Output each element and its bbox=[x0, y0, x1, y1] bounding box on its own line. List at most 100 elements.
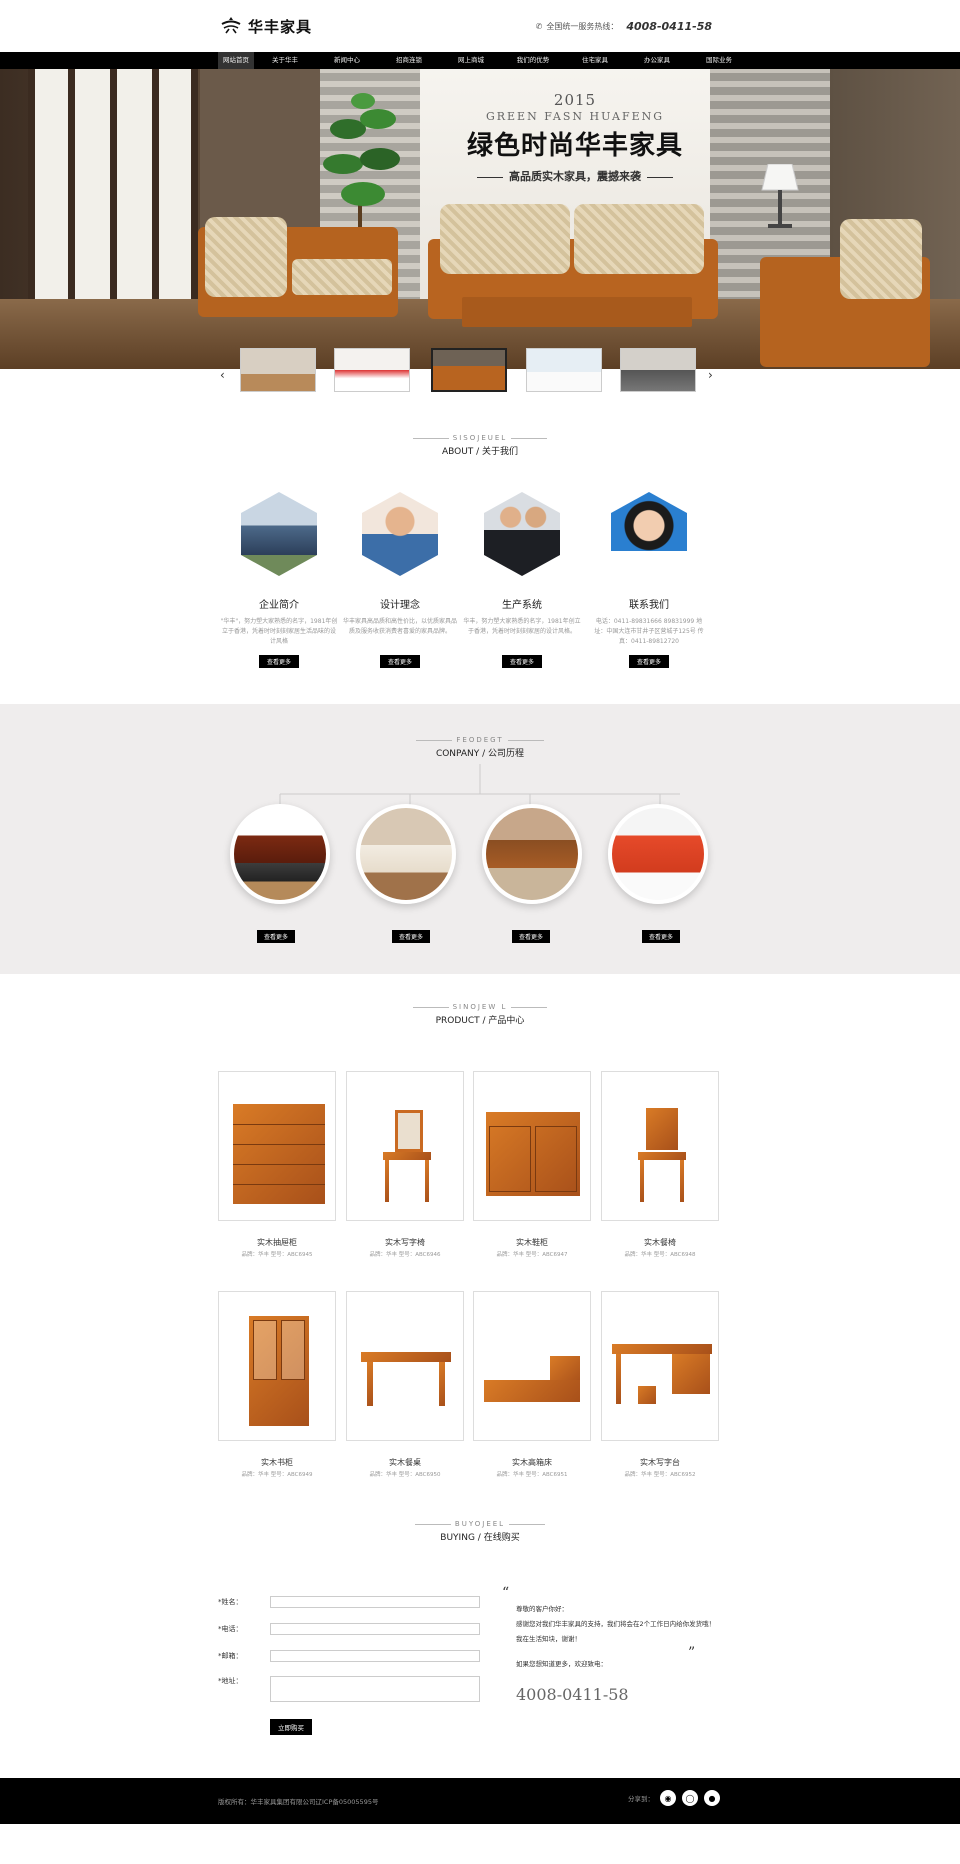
product-image bbox=[346, 1071, 464, 1221]
about-item-text: "华丰"，努力塑大家熟悉的名字，1981年创立于香港，凭着时时刻刻家居生活品味的… bbox=[220, 618, 338, 645]
history-title-prefix: CONPANY bbox=[435, 749, 480, 759]
timeline-lines bbox=[279, 764, 680, 814]
about-item-contact: 联系我们 电话：0411-89831666 89831999 地址：中国大连市甘… bbox=[590, 492, 708, 668]
share-label: 分享到： bbox=[628, 1795, 654, 1803]
hero-window bbox=[28, 69, 198, 299]
hotline: ✆ 全国统一服务热线： 4008-0411-58 bbox=[536, 20, 712, 33]
hotline-number: 4008-0411-58 bbox=[626, 20, 712, 33]
history-circle-tv-cabinet[interactable] bbox=[230, 804, 330, 904]
buying-title-cn: 在线购买 bbox=[483, 1533, 520, 1543]
product-image bbox=[601, 1071, 719, 1221]
email-input[interactable] bbox=[270, 1650, 480, 1662]
wechat-icon[interactable]: ● bbox=[704, 1790, 720, 1806]
nav-item-international[interactable]: 国际业务 bbox=[688, 52, 750, 69]
buying-greeting: 尊敬的客户你好： bbox=[516, 1605, 568, 1613]
history-more-button[interactable]: 查看更多 bbox=[512, 930, 551, 943]
more-button[interactable]: 查看更多 bbox=[628, 655, 669, 668]
phone-input[interactable] bbox=[270, 1623, 480, 1635]
product-image bbox=[346, 1291, 464, 1441]
site-header: 华丰家具 ✆ 全国统一服务热线： 4008-0411-58 bbox=[0, 0, 960, 52]
buy-now-button[interactable]: 立即购买 bbox=[270, 1719, 312, 1735]
product-card[interactable]: 实木写字椅 品牌：华丰 型号：ABC6946 bbox=[346, 1071, 464, 1258]
product-card[interactable]: 实木抽屉柜 品牌：华丰 型号：ABC6945 bbox=[218, 1071, 336, 1258]
thumb-3[interactable] bbox=[431, 348, 507, 392]
address-label: *地址： bbox=[218, 1677, 243, 1685]
nav-item-home[interactable]: 网站首页 bbox=[218, 52, 254, 69]
prev-arrow-icon[interactable]: ‹ bbox=[220, 368, 225, 382]
thumb-5[interactable] bbox=[620, 348, 696, 392]
about-item-design: 设计理念 华丰家具高品质和高性价比，以优质家具品质及服务收获消费者喜爱的家具品牌… bbox=[341, 492, 459, 668]
nav-item-office-furniture[interactable]: 办公家具 bbox=[626, 52, 688, 69]
weibo-icon[interactable]: ◉ bbox=[660, 1790, 676, 1806]
hero-english: GREEN FASN HUAFENG bbox=[485, 110, 665, 123]
about-title-cn: 关于我们 bbox=[482, 447, 519, 457]
product-card[interactable]: 实木鞋柜 品牌：华丰 型号：ABC6947 bbox=[473, 1071, 591, 1258]
name-input[interactable] bbox=[270, 1596, 480, 1608]
product-name: 实木书柜 bbox=[261, 1458, 293, 1467]
product-title-prefix: PRODUCT bbox=[435, 1016, 480, 1026]
product-card[interactable]: 实木高箱床 品牌：华丰 型号：ABC6951 bbox=[473, 1291, 591, 1478]
nav-item-about[interactable]: 关于华丰 bbox=[254, 52, 316, 69]
hero-banner[interactable]: 2015 GREEN FASN HUAFENG 绿色时尚华丰家具 高品质实木家具… bbox=[0, 69, 960, 369]
address-input[interactable] bbox=[270, 1676, 480, 1702]
main-nav: 网站首页 关于华丰 新闻中心 招商连锁 网上商城 我们的优势 住宅家具 办公家具… bbox=[0, 52, 960, 69]
product-section-title: SINOJEW L PRODUCT / 产品中心 bbox=[380, 1003, 580, 1026]
address-field-row: *地址： bbox=[218, 1676, 480, 1702]
email-label: *邮箱： bbox=[218, 1652, 243, 1660]
product-name: 实木抽屉柜 bbox=[257, 1238, 297, 1247]
product-card[interactable]: 实木书柜 品牌：华丰 型号：ABC6949 bbox=[218, 1291, 336, 1478]
history-more-button[interactable]: 查看更多 bbox=[642, 930, 681, 943]
history-more-button[interactable]: 查看更多 bbox=[392, 930, 431, 943]
hotline-label: 全国统一服务热线： bbox=[546, 22, 619, 31]
businessmen-image bbox=[484, 492, 560, 576]
next-arrow-icon[interactable]: › bbox=[708, 368, 713, 382]
logo-icon bbox=[221, 17, 241, 34]
thumb-4[interactable] bbox=[526, 348, 602, 392]
buying-message-1: 感谢您对我们华丰家具的支持，我们将会在2个工作日内给你发货哦！ bbox=[516, 1620, 716, 1628]
history-circle-dining[interactable] bbox=[482, 804, 582, 904]
product-meta: 品牌：华丰 型号：ABC6952 bbox=[624, 1472, 696, 1478]
logo[interactable]: 华丰家具 bbox=[220, 14, 312, 38]
history-circle-bed[interactable] bbox=[356, 804, 456, 904]
about-item-text: 华丰，努力塑大家熟悉的名字，1981年创立于香港，凭着时时刻刻家居的设计风格。 bbox=[463, 618, 581, 635]
more-button[interactable]: 查看更多 bbox=[258, 655, 299, 668]
product-card[interactable]: 实木写字台 品牌：华丰 型号：ABC6952 bbox=[601, 1291, 719, 1478]
banner-thumbnails bbox=[0, 348, 960, 396]
nav-item-store[interactable]: 网上商城 bbox=[440, 52, 502, 69]
nav-item-advantages[interactable]: 我们的优势 bbox=[502, 52, 564, 69]
about-item-text: 华丰家具高品质和高性价比，以优质家具品质及服务收获消费者喜爱的家具品牌。 bbox=[342, 618, 457, 635]
history-circle-sofa[interactable] bbox=[608, 804, 708, 904]
nav-item-news[interactable]: 新闻中心 bbox=[316, 52, 378, 69]
product-image bbox=[601, 1291, 719, 1441]
copyright: 版权所有：华丰家具集团有限公司辽ICP备05005595号 bbox=[218, 1798, 379, 1806]
product-name: 实木高箱床 bbox=[512, 1458, 552, 1467]
about-item-title: 联系我们 bbox=[629, 600, 669, 611]
name-field-row: *姓名： bbox=[218, 1596, 480, 1608]
thumb-2[interactable] bbox=[334, 348, 410, 392]
product-image bbox=[218, 1291, 336, 1441]
tencent-weibo-icon[interactable]: ◯ bbox=[682, 1790, 698, 1806]
email-field-row: *邮箱： bbox=[218, 1650, 480, 1662]
thumb-1[interactable] bbox=[240, 348, 316, 392]
nav-item-home-furniture[interactable]: 住宅家具 bbox=[564, 52, 626, 69]
about-item-production: 生产系统 华丰，努力塑大家熟悉的名字，1981年创立于香港，凭着时时刻刻家居的设… bbox=[463, 492, 581, 668]
product-meta: 品牌：华丰 型号：ABC6950 bbox=[369, 1472, 441, 1478]
product-card[interactable]: 实木餐桌 品牌：华丰 型号：ABC6950 bbox=[346, 1291, 464, 1478]
product-card[interactable]: 实木餐椅 品牌：华丰 型号：ABC6948 bbox=[601, 1071, 719, 1258]
hero-text: 2015 GREEN FASN HUAFENG 绿色时尚华丰家具 高品质实木家具… bbox=[440, 91, 710, 184]
about-item-text: 电话：0411-89831666 89831999 地址：中国大连市甘井子区营城… bbox=[594, 618, 704, 645]
nav-menu: 网站首页 关于华丰 新闻中心 招商连锁 网上商城 我们的优势 住宅家具 办公家具… bbox=[218, 52, 750, 69]
product-name: 实木写字椅 bbox=[385, 1238, 425, 1247]
more-button[interactable]: 查看更多 bbox=[501, 655, 542, 668]
name-label: *姓名： bbox=[218, 1598, 243, 1606]
more-button[interactable]: 查看更多 bbox=[379, 655, 420, 668]
company-history-section: FEODEGT CONPANY / 公司历程 查看更多 查看更多 查看更多 查看… bbox=[0, 704, 960, 974]
product-name: 实木鞋柜 bbox=[516, 1238, 548, 1247]
history-more-button[interactable]: 查看更多 bbox=[257, 930, 296, 943]
history-title-en: FEODEGT bbox=[456, 736, 504, 744]
product-meta: 品牌：华丰 型号：ABC6945 bbox=[241, 1252, 313, 1258]
nav-item-franchise[interactable]: 招商连锁 bbox=[378, 52, 440, 69]
product-name: 实木餐椅 bbox=[644, 1238, 676, 1247]
about-item-intro: 企业简介 "华丰"，努力塑大家熟悉的名字，1981年创立于香港，凭着时时刻刻家居… bbox=[220, 492, 338, 668]
open-quote-icon: “ bbox=[502, 1585, 510, 1601]
